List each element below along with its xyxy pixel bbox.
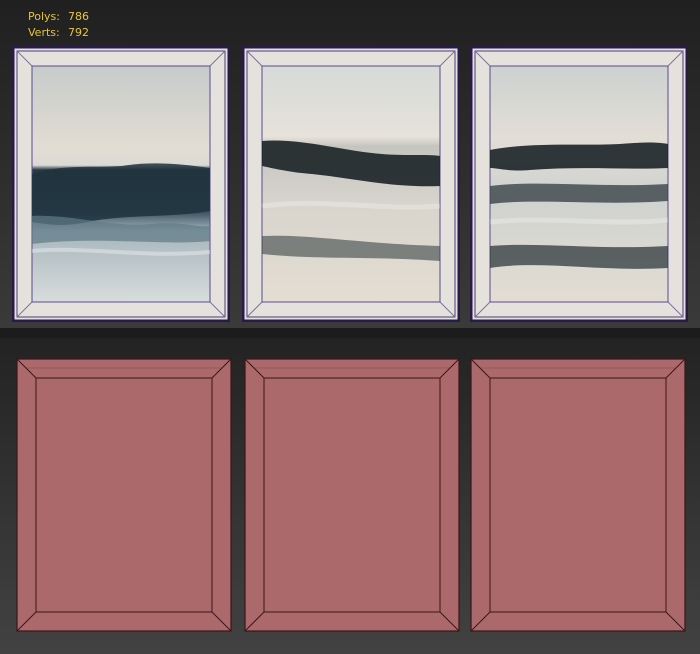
polys-count: 786	[68, 10, 89, 23]
wireframe-frame-1[interactable]	[16, 358, 232, 632]
viewport-separator	[0, 328, 700, 338]
viewport-statistics: Polys: 786 Verts: 792	[28, 9, 89, 41]
verts-count: 792	[68, 26, 89, 39]
verts-label: Verts:	[28, 26, 60, 39]
framed-art-2[interactable]	[242, 46, 460, 322]
framed-art-3[interactable]	[470, 46, 688, 322]
wireframe-viewport[interactable]	[0, 338, 700, 654]
wireframe-frame-3[interactable]	[470, 358, 686, 632]
framed-art-1[interactable]	[12, 46, 230, 322]
wave-art-1	[31, 65, 211, 303]
wave-art-3	[489, 65, 669, 303]
polys-label: Polys:	[28, 10, 60, 23]
wireframe-frame-2[interactable]	[244, 358, 460, 632]
textured-viewport[interactable]: Polys: 786 Verts: 792	[0, 0, 700, 328]
wave-art-2	[261, 65, 441, 303]
